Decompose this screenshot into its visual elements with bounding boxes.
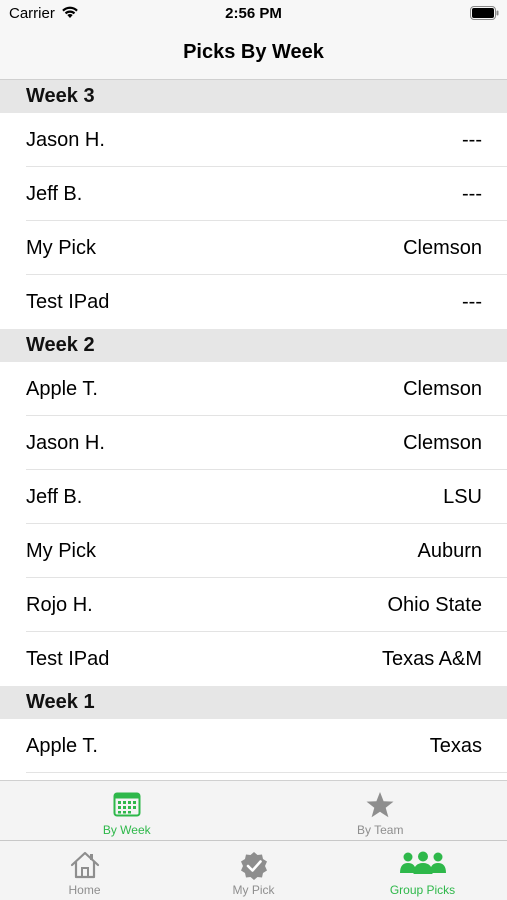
player-name: My Pick <box>26 236 96 259</box>
player-pick: Clemson <box>403 377 482 400</box>
status-time: 2:56 PM <box>225 5 282 22</box>
player-name: Jason H. <box>26 431 105 454</box>
player-name: Jeff B. <box>26 182 83 205</box>
tab-group-picks[interactable]: Group Picks <box>338 841 507 900</box>
player-pick: Texas <box>429 734 482 757</box>
list-item[interactable]: Test IPad Texas A&M <box>0 632 507 686</box>
player-pick: --- <box>462 182 482 205</box>
player-pick: Clemson <box>403 236 482 259</box>
list-item[interactable]: Rojo H. Ohio State <box>0 578 507 632</box>
section-header-week-2: Week 2 <box>0 329 507 362</box>
player-pick: Texas A&M <box>381 647 482 670</box>
section-header-week-1: Week 1 <box>0 686 507 719</box>
list-item[interactable]: Jeff B. --- <box>0 167 507 221</box>
list-item[interactable]: Apple T. Clemson <box>0 362 507 416</box>
player-name: Jeff B. <box>26 485 83 508</box>
tab-label: Group Picks <box>389 883 456 897</box>
player-name: Apple T. <box>26 734 98 757</box>
tab-label: By Team <box>357 823 404 837</box>
navigation-bar: Picks By Week <box>0 30 507 80</box>
player-name: My Pick <box>26 539 96 562</box>
tab-my-pick[interactable]: My Pick <box>169 841 338 900</box>
tab-by-week[interactable]: By Week <box>0 781 254 840</box>
player-name: Test IPad <box>26 290 110 313</box>
page-title: Picks By Week <box>183 41 324 63</box>
status-bar: Carrier 2:56 PM <box>0 0 507 30</box>
picks-list[interactable]: Week 3 Jason H. --- Jeff B. --- My Pick … <box>0 80 507 780</box>
tab-by-team[interactable]: By Team <box>254 781 507 840</box>
tab-label: Home <box>68 883 101 897</box>
tab-label: By Week <box>102 823 151 837</box>
list-item[interactable]: Apple T. Texas <box>0 719 507 773</box>
tab-home[interactable]: Home <box>0 841 169 900</box>
list-item[interactable]: Jason H. --- <box>0 113 507 167</box>
player-pick: Ohio State <box>387 593 482 616</box>
list-item[interactable]: Jason H. Clemson <box>0 416 507 470</box>
group-icon <box>399 851 446 874</box>
checkmark-seal-icon <box>240 852 267 880</box>
section-header-week-3: Week 3 <box>0 80 507 113</box>
player-name: Rojo H. <box>26 593 93 616</box>
player-name: Test IPad <box>26 647 110 670</box>
house-icon <box>70 851 99 879</box>
list-item[interactable]: Jeff B. LSU <box>0 470 507 524</box>
main-tab-bar: Home My Pick Group Picks <box>0 840 507 900</box>
list-item[interactable]: Test IPad --- <box>0 275 507 329</box>
tab-label: My Pick <box>232 883 275 897</box>
segment-tab-bar: By Week By Team <box>0 780 507 840</box>
player-pick: --- <box>462 128 482 151</box>
calendar-icon <box>113 792 141 817</box>
battery-icon <box>470 6 499 20</box>
list-item[interactable]: My Pick Clemson <box>0 221 507 275</box>
player-pick: Auburn <box>417 539 483 562</box>
player-pick: --- <box>462 290 482 313</box>
list-item[interactable]: My Pick Auburn <box>0 524 507 578</box>
player-pick: Clemson <box>403 431 482 454</box>
star-icon <box>366 792 394 818</box>
player-name: Apple T. <box>26 377 98 400</box>
player-name: Jason H. <box>26 128 105 151</box>
player-pick: LSU <box>443 485 482 508</box>
